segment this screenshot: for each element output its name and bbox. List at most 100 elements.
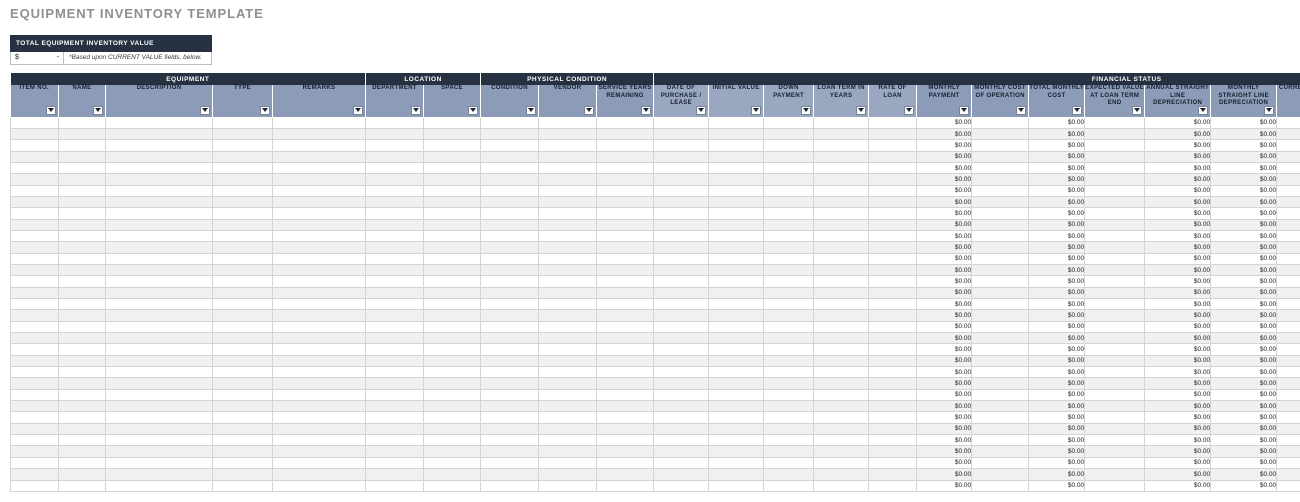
cell-rate-of-loan[interactable] — [868, 434, 918, 447]
cell-initial-value[interactable] — [708, 275, 765, 288]
cell-monthly-payment[interactable]: $0.00 — [916, 139, 973, 152]
cell-remarks[interactable] — [272, 445, 367, 458]
cell-annual-straight-line-depreciation[interactable]: $0.00 — [1144, 411, 1212, 424]
cell-condition[interactable] — [480, 343, 540, 356]
cell-condition[interactable] — [480, 355, 540, 368]
cell-description[interactable] — [105, 423, 213, 436]
cell-down-payment[interactable] — [763, 377, 815, 390]
chevron-down-icon[interactable] — [856, 105, 867, 115]
cell-name[interactable] — [58, 128, 106, 141]
cell-item-no[interactable] — [10, 355, 59, 368]
cell-loan-term-in-years[interactable] — [813, 400, 870, 413]
cell-remarks[interactable] — [272, 332, 367, 345]
cell-rate-of-loan[interactable] — [868, 253, 918, 265]
cell-service-years-remaining[interactable] — [596, 185, 655, 197]
cell-expected-value-at-loan-term-end[interactable] — [1084, 400, 1146, 413]
cell-initial-value[interactable] — [708, 230, 765, 243]
cell-monthly-straight-line-depreciation[interactable]: $0.00 — [1210, 343, 1278, 356]
cell-down-payment[interactable] — [763, 287, 815, 300]
cell-type[interactable] — [212, 287, 273, 300]
cell-loan-term-in-years[interactable] — [813, 151, 870, 163]
cell-total-monthly-cost[interactable]: $0.00 — [1028, 377, 1086, 390]
cell-vendor[interactable] — [538, 151, 598, 163]
cell-down-payment[interactable] — [763, 264, 815, 277]
cell-monthly-straight-line-depreciation[interactable]: $0.00 — [1210, 162, 1278, 175]
cell-service-years-remaining[interactable] — [596, 400, 655, 413]
cell-department[interactable] — [365, 377, 425, 390]
cell-loan-term-in-years[interactable] — [813, 332, 870, 345]
cell-annual-straight-line-depreciation[interactable]: $0.00 — [1144, 139, 1212, 152]
cell-annual-straight-line-depreciation[interactable]: $0.00 — [1144, 445, 1212, 458]
cell-date-of-purchase-lease[interactable] — [653, 321, 710, 334]
cell-annual-straight-line-depreciation[interactable]: $0.00 — [1144, 196, 1212, 209]
cell-name[interactable] — [58, 468, 106, 481]
cell-loan-term-in-years[interactable] — [813, 480, 870, 492]
cell-vendor[interactable] — [538, 377, 598, 390]
cell-description[interactable] — [105, 343, 213, 356]
cell-down-payment[interactable] — [763, 457, 815, 470]
chevron-down-icon[interactable] — [751, 105, 762, 115]
cell-vendor[interactable] — [538, 298, 598, 311]
cell-loan-term-in-years[interactable] — [813, 423, 870, 436]
cell-type[interactable] — [212, 445, 273, 458]
cell-monthly-cost-of-operation[interactable] — [971, 139, 1030, 152]
cell-item-no[interactable] — [10, 377, 59, 390]
cell-department[interactable] — [365, 264, 425, 277]
cell-monthly-straight-line-depreciation[interactable]: $0.00 — [1210, 321, 1278, 334]
cell-rate-of-loan[interactable] — [868, 219, 918, 231]
cell-type[interactable] — [212, 230, 273, 243]
cell-monthly-payment[interactable]: $0.00 — [916, 264, 973, 277]
cell-loan-term-in-years[interactable] — [813, 309, 870, 322]
chevron-down-icon[interactable] — [1016, 105, 1027, 115]
column-header-loan-term-in-years[interactable]: LOAN TERM IN YEARS — [813, 85, 870, 118]
cell-monthly-straight-line-depreciation[interactable]: $0.00 — [1210, 445, 1278, 458]
cell-condition[interactable] — [480, 400, 540, 413]
cell-down-payment[interactable] — [763, 275, 815, 288]
cell-description[interactable] — [105, 287, 213, 300]
cell-vendor[interactable] — [538, 355, 598, 368]
cell-space[interactable] — [423, 423, 482, 436]
cell-expected-value-at-loan-term-end[interactable] — [1084, 366, 1146, 379]
cell-expected-value-at-loan-term-end[interactable] — [1084, 230, 1146, 243]
cell-monthly-straight-line-depreciation[interactable]: $0.00 — [1210, 151, 1278, 163]
chevron-down-icon[interactable] — [46, 105, 56, 115]
cell-expected-value-at-loan-term-end[interactable] — [1084, 480, 1146, 492]
cell-rate-of-loan[interactable] — [868, 377, 918, 390]
cell-service-years-remaining[interactable] — [596, 343, 655, 356]
cell-name[interactable] — [58, 309, 106, 322]
cell-down-payment[interactable] — [763, 445, 815, 458]
cell-space[interactable] — [423, 264, 482, 277]
cell-description[interactable] — [105, 366, 213, 379]
cell-service-years-remaining[interactable] — [596, 423, 655, 436]
cell-rate-of-loan[interactable] — [868, 128, 918, 141]
cell-expected-value-at-loan-term-end[interactable] — [1084, 128, 1146, 141]
cell-loan-term-in-years[interactable] — [813, 355, 870, 368]
cell-down-payment[interactable] — [763, 468, 815, 481]
cell-space[interactable] — [423, 219, 482, 231]
cell-expected-value-at-loan-term-end[interactable] — [1084, 253, 1146, 265]
cell-space[interactable] — [423, 457, 482, 470]
cell-initial-value[interactable] — [708, 196, 765, 209]
cell-total-monthly-cost[interactable]: $0.00 — [1028, 366, 1086, 379]
cell-loan-term-in-years[interactable] — [813, 275, 870, 288]
cell-monthly-straight-line-depreciation[interactable]: $0.00 — [1210, 366, 1278, 379]
cell-monthly-cost-of-operation[interactable] — [971, 196, 1030, 209]
cell-down-payment[interactable] — [763, 151, 815, 163]
cell-total-monthly-cost[interactable]: $0.00 — [1028, 253, 1086, 265]
cell-date-of-purchase-lease[interactable] — [653, 275, 710, 288]
cell-item-no[interactable] — [10, 264, 59, 277]
cell-expected-value-at-loan-term-end[interactable] — [1084, 468, 1146, 481]
cell-expected-value-at-loan-term-end[interactable] — [1084, 241, 1146, 254]
cell-current-value[interactable]: $0.00 — [1276, 355, 1300, 368]
cell-remarks[interactable] — [272, 151, 367, 163]
cell-monthly-payment[interactable]: $0.00 — [916, 355, 973, 368]
cell-monthly-payment[interactable]: $0.00 — [916, 207, 973, 220]
cell-vendor[interactable] — [538, 389, 598, 402]
cell-remarks[interactable] — [272, 207, 367, 220]
cell-total-monthly-cost[interactable]: $0.00 — [1028, 230, 1086, 243]
cell-current-value[interactable]: $0.00 — [1276, 230, 1300, 243]
cell-space[interactable] — [423, 230, 482, 243]
cell-item-no[interactable] — [10, 253, 59, 265]
cell-condition[interactable] — [480, 185, 540, 197]
cell-date-of-purchase-lease[interactable] — [653, 423, 710, 436]
